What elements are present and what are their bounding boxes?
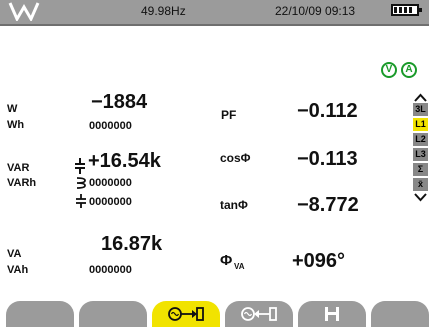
screen: 49.98Hz 22/10/09 09:13 V A W −1884 Wh 00…: [0, 0, 429, 327]
save-icon: [325, 307, 339, 321]
varh-value-capacitive: 0000000: [89, 196, 132, 208]
phase-l3[interactable]: L3: [413, 148, 428, 161]
phase-average[interactable]: x̄: [413, 178, 428, 191]
wh-label: Wh: [7, 119, 25, 131]
phi-va-label: Φ: [220, 252, 233, 269]
pf-value: −0.112: [297, 100, 358, 122]
wh-value: 0000000: [89, 120, 132, 132]
phase-3l[interactable]: 3L: [413, 103, 428, 116]
phi-va-value: +096°: [292, 250, 346, 272]
battery-icon: [391, 4, 422, 16]
energy-consumed-icon: [168, 307, 204, 321]
softkey-bar: [0, 296, 429, 327]
energy-generated-button[interactable]: [225, 301, 293, 327]
date-time: 22/10/09 09:13: [275, 4, 356, 18]
inductive-icon: [76, 177, 86, 189]
pf-label: PF: [221, 108, 237, 122]
w-value: −1884: [91, 91, 148, 113]
vah-label: VAh: [7, 264, 29, 276]
softkey-1-button[interactable]: [6, 301, 74, 327]
scroll-down-icon[interactable]: [414, 193, 427, 202]
capacitive-icon: [75, 158, 85, 174]
capacitive-small-icon: [76, 194, 86, 208]
energy-generated-icon: [241, 307, 277, 321]
mode-w-logo: [4, 1, 44, 21]
va-label: VA: [7, 248, 22, 260]
tan-phi-label: tanΦ: [220, 198, 248, 212]
energy-consumed-button[interactable]: [152, 301, 220, 327]
phase-sum[interactable]: Σ: [413, 163, 428, 176]
voltage-indicator-icon: V: [381, 62, 397, 78]
phase-l1[interactable]: L1: [413, 118, 428, 131]
va-value: 16.87k: [101, 233, 163, 255]
tan-phi-value: −8.772: [297, 194, 359, 216]
vah-value: 0000000: [89, 264, 132, 276]
phi-va-subscript: VA: [234, 262, 245, 271]
cos-phi-value: −0.113: [297, 148, 358, 170]
var-value: +16.54k: [88, 150, 161, 172]
varh-label: VARh: [7, 177, 37, 189]
phase-l2[interactable]: L2: [413, 133, 428, 146]
w-label: W: [7, 103, 18, 115]
softkey-2-button[interactable]: [79, 301, 147, 327]
var-label: VAR: [7, 162, 30, 174]
cos-phi-label: cosΦ: [220, 151, 251, 165]
softkey-6-button[interactable]: [371, 301, 429, 327]
save-button[interactable]: [298, 301, 366, 327]
status-bar: 49.98Hz 22/10/09 09:13: [0, 0, 429, 26]
current-indicator-icon: A: [401, 62, 417, 78]
varh-value-inductive: 0000000: [89, 177, 132, 189]
scroll-up-icon[interactable]: [414, 93, 427, 102]
frequency-readout: 49.98Hz: [141, 4, 186, 18]
